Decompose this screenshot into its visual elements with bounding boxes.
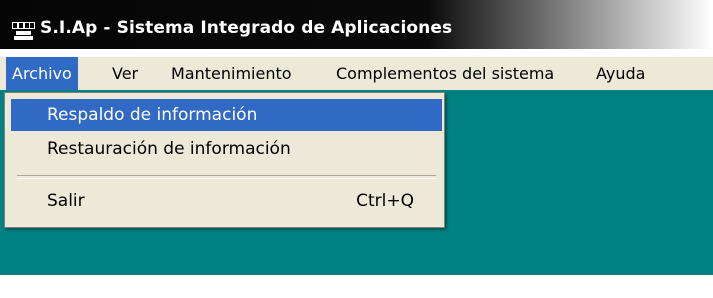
archivo-dropdown-menu: Respaldo de información Restauración de … <box>4 92 445 228</box>
bottom-strip <box>0 275 713 298</box>
window-title: S.I.Ap - Sistema Integrado de Aplicacion… <box>40 18 453 38</box>
menu-item-respaldo-label: Respaldo de información <box>47 105 258 125</box>
menu-item-restauracion-label: Restauración de información <box>47 139 291 159</box>
menu-item-salir[interactable]: Salir Ctrl+Q <box>11 185 442 217</box>
menu-mantenimiento[interactable]: Mantenimiento <box>165 57 298 90</box>
menu-bar: Archivo Ver Mantenimiento Complementos d… <box>0 57 713 91</box>
menu-item-salir-label: Salir <box>47 191 85 211</box>
menu-ver[interactable]: Ver <box>106 57 144 90</box>
title-bar[interactable]: S.I.Ap - Sistema Integrado de Aplicacion… <box>0 0 713 49</box>
menu-separator <box>17 175 436 179</box>
menu-item-salir-shortcut: Ctrl+Q <box>356 191 414 211</box>
menu-item-restauracion[interactable]: Restauración de información <box>11 133 442 165</box>
app-logo-icon <box>12 22 35 40</box>
menu-ayuda[interactable]: Ayuda <box>590 57 651 90</box>
application-window: S.I.Ap - Sistema Integrado de Aplicacion… <box>0 0 713 298</box>
menu-item-respaldo[interactable]: Respaldo de información <box>11 99 442 131</box>
menu-archivo[interactable]: Archivo <box>6 57 78 90</box>
menu-complementos-del-sistema[interactable]: Complementos del sistema <box>330 57 560 90</box>
